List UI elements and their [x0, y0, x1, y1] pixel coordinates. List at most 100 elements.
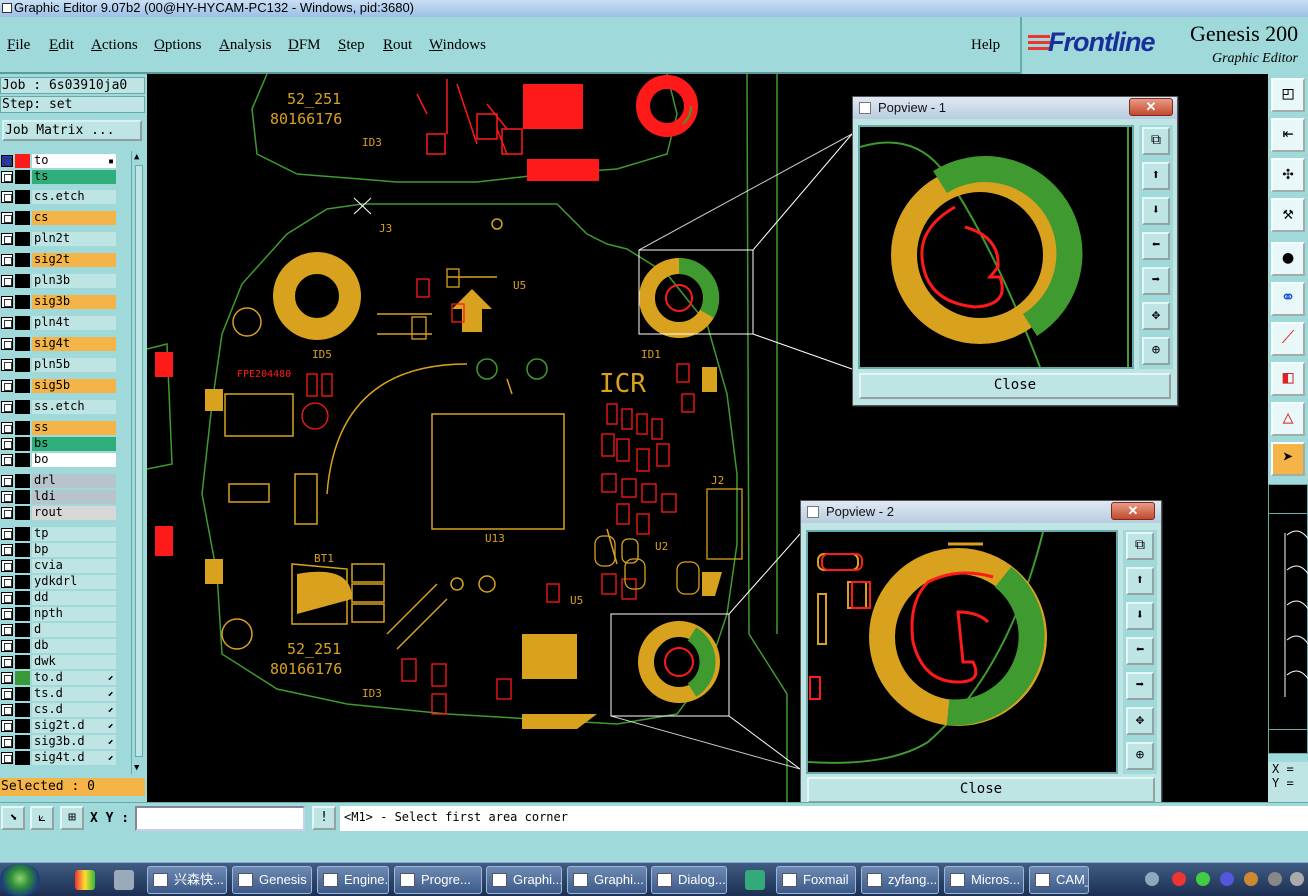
taskbar-button[interactable]: Micros...: [944, 866, 1024, 894]
layer-checkbox[interactable]: [1, 422, 13, 434]
layer-checkbox[interactable]: [1, 438, 13, 450]
layer-checkbox[interactable]: [1, 233, 13, 245]
layer-row-to[interactable]: to ▪: [0, 153, 132, 168]
layer-row-sig3b[interactable]: sig3b: [0, 294, 132, 309]
popview-1-window[interactable]: Popview - 1 ✕ ⧉ ⬆ ⬇ ⬅ ➡ ✥ ⊕ Close: [852, 96, 1178, 406]
layer-color-swatch[interactable]: [15, 154, 30, 168]
layer-row-tp[interactable]: tp: [0, 526, 132, 541]
popview-2-window[interactable]: Popview - 2 ✕ ⧉ ⬆ ⬇ ⬅ ➡ ✥ ⊕ Close: [800, 500, 1162, 802]
tray-network-icon[interactable]: [1172, 872, 1186, 886]
layer-checkbox[interactable]: [1, 212, 13, 224]
menu-help[interactable]: Help: [971, 37, 1000, 54]
zoom-in-icon[interactable]: ✥: [1142, 302, 1170, 330]
layer-checkbox[interactable]: [1, 528, 13, 540]
scroll-down-icon[interactable]: ▼: [134, 763, 139, 773]
layer-color-swatch[interactable]: [15, 623, 30, 637]
tray-close-icon[interactable]: [1220, 872, 1234, 886]
layer-color-swatch[interactable]: [15, 253, 30, 267]
layer-color-swatch[interactable]: [15, 190, 30, 204]
layer-color-swatch[interactable]: [15, 316, 30, 330]
taskbar-button[interactable]: Foxmail: [776, 866, 856, 894]
layer-color-swatch[interactable]: [15, 400, 30, 414]
layer-row-bs[interactable]: bs: [0, 436, 132, 451]
layer-name[interactable]: npth: [32, 607, 116, 621]
layer-row-ts[interactable]: ts: [0, 169, 132, 184]
layer-name[interactable]: sig2t: [32, 253, 116, 267]
taskbar-button[interactable]: Genesis: [232, 866, 312, 894]
layer-name[interactable]: cs.etch: [32, 190, 116, 204]
menu-step[interactable]: Step: [338, 37, 365, 54]
zoom-window-icon[interactable]: ◰: [1271, 78, 1305, 112]
shape-icon[interactable]: ◧: [1271, 362, 1305, 396]
layer-name[interactable]: bp: [32, 543, 116, 557]
menu-file[interactable]: File: [7, 37, 30, 54]
layer-checkbox[interactable]: [1, 155, 13, 167]
layer-name[interactable]: bs: [32, 437, 116, 451]
layer-row-pln3b[interactable]: pln3b: [0, 273, 132, 288]
scroll-up-icon[interactable]: ▲: [134, 152, 139, 162]
layer-name[interactable]: ydkdrl: [32, 575, 116, 589]
layer-checkbox[interactable]: [1, 475, 13, 487]
layer-color-swatch[interactable]: [15, 453, 30, 467]
quicklaunch-icon[interactable]: [75, 870, 95, 890]
layer-name[interactable]: tp: [32, 527, 116, 541]
layer-name[interactable]: sig3b: [32, 295, 116, 309]
layer-name[interactable]: ss: [32, 421, 116, 435]
snap-icon[interactable]: ⬊: [1, 806, 25, 830]
layer-row-rout[interactable]: rout: [0, 505, 132, 520]
taskbar-button[interactable]: 兴森快...: [147, 866, 227, 894]
layer-checkbox[interactable]: [1, 736, 13, 748]
layer-name[interactable]: rout: [32, 506, 116, 520]
layer-checkbox[interactable]: [1, 507, 13, 519]
menu-actions[interactable]: Actions: [91, 37, 138, 54]
layer-row-sig4t[interactable]: sig4t: [0, 336, 132, 351]
layer-row-ss[interactable]: ss: [0, 420, 132, 435]
layer-row-dd[interactable]: dd: [0, 590, 132, 605]
foxmail-quick-icon[interactable]: [745, 870, 765, 890]
layer-checkbox[interactable]: [1, 254, 13, 266]
layer-name[interactable]: to.d ⬋: [32, 671, 116, 685]
layer-checkbox[interactable]: [1, 640, 13, 652]
layer-checkbox[interactable]: [1, 171, 13, 183]
layer-checkbox[interactable]: [1, 359, 13, 371]
layer-row-cs-etch[interactable]: cs.etch: [0, 189, 132, 204]
layer-row-cs[interactable]: cs: [0, 210, 132, 225]
job-matrix-button[interactable]: Job Matrix ...: [2, 120, 142, 141]
measure-mode-icon[interactable]: ⟀: [30, 806, 54, 830]
layer-checkbox[interactable]: [1, 401, 13, 413]
layer-checkbox[interactable]: [1, 752, 13, 764]
layer-color-swatch[interactable]: [15, 474, 30, 488]
layer-name[interactable]: pln3b: [32, 274, 116, 288]
layer-color-swatch[interactable]: [15, 719, 30, 733]
layer-checkbox[interactable]: [1, 491, 13, 503]
popview-1-close-button[interactable]: Close: [859, 373, 1171, 399]
layer-checkbox[interactable]: [1, 380, 13, 392]
layer-checkbox[interactable]: [1, 576, 13, 588]
zoom-back-icon[interactable]: ⇤: [1271, 118, 1305, 152]
layer-name[interactable]: to ▪: [32, 154, 116, 168]
layer-row-cs-d[interactable]: cs.d ⬋: [0, 702, 132, 717]
layer-row-npth[interactable]: npth: [0, 606, 132, 621]
menu-rout[interactable]: Rout: [383, 37, 412, 54]
popview-2-close-button[interactable]: Close: [807, 777, 1155, 802]
layer-color-swatch[interactable]: [15, 543, 30, 557]
layer-color-swatch[interactable]: [15, 170, 30, 184]
popview-2-viewport[interactable]: [806, 530, 1118, 774]
measure-icon[interactable]: ⚒: [1271, 198, 1305, 232]
layer-color-swatch[interactable]: [15, 639, 30, 653]
layer-name[interactable]: sig4t: [32, 337, 116, 351]
layer-row-d[interactable]: d: [0, 622, 132, 637]
layer-color-swatch[interactable]: [15, 358, 30, 372]
tray-keyboard-icon[interactable]: [1145, 872, 1159, 886]
layer-color-swatch[interactable]: [15, 211, 30, 225]
pan-left-icon[interactable]: ⬅: [1142, 232, 1170, 260]
scrollbar-thumb[interactable]: [135, 165, 143, 757]
layer-name[interactable]: pln5b: [32, 358, 116, 372]
layer-color-swatch[interactable]: [15, 575, 30, 589]
menu-windows[interactable]: Windows: [429, 37, 486, 54]
layer-checkbox[interactable]: [1, 592, 13, 604]
layer-color-swatch[interactable]: [15, 559, 30, 573]
layer-row-to-d[interactable]: to.d ⬋: [0, 670, 132, 685]
popview-2-close-x[interactable]: ✕: [1111, 502, 1155, 520]
pan-right-icon[interactable]: ➡: [1142, 267, 1170, 295]
